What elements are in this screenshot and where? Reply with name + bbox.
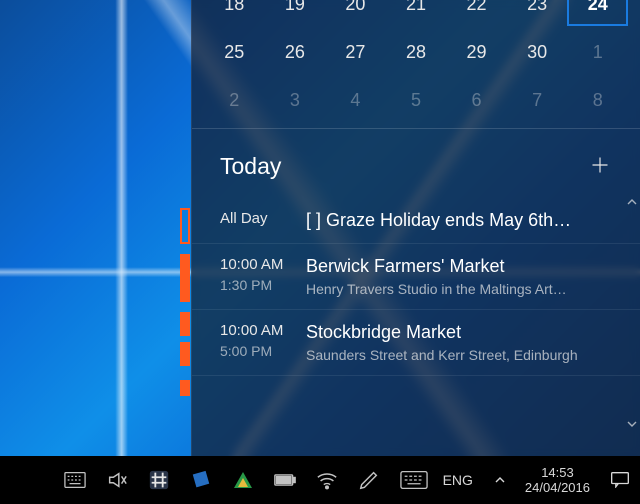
event-color-bar — [180, 380, 194, 396]
event-time: 10:00 AM 5:00 PM — [220, 322, 306, 363]
event-color-bar — [180, 312, 194, 366]
taskbar-date: 24/04/2016 — [525, 480, 590, 495]
event-time-end: 1:30 PM — [220, 277, 306, 293]
screen: 18 19 20 21 22 23 24 25 26 27 28 29 30 1… — [0, 0, 640, 504]
calendar-day[interactable]: 23 — [507, 0, 568, 26]
volume-muted-icon[interactable] — [106, 469, 128, 491]
google-drive-icon[interactable] — [232, 469, 254, 491]
calendar-day[interactable]: 20 — [325, 0, 386, 26]
battery-icon[interactable] — [274, 469, 296, 491]
agenda-event-truncated[interactable] — [192, 376, 640, 404]
tray-overflow-button[interactable] — [495, 475, 505, 486]
calendar-day[interactable]: 26 — [265, 30, 326, 74]
scroll-down-icon[interactable] — [626, 416, 638, 430]
event-time-end: 5:00 PM — [220, 343, 306, 359]
sticky-notes-icon[interactable] — [190, 469, 212, 491]
event-color-bar — [180, 208, 194, 244]
calendar-day[interactable]: 7 — [507, 78, 568, 122]
hash-app-icon[interactable] — [148, 469, 170, 491]
calendar-day[interactable]: 19 — [265, 0, 326, 26]
event-time-start: All Day — [220, 210, 306, 227]
event-time-start: 10:00 AM — [220, 256, 306, 273]
calendar-day[interactable]: 28 — [386, 30, 447, 74]
event-title: Berwick Farmers' Market — [306, 256, 626, 277]
calendar-day[interactable]: 22 — [446, 0, 507, 26]
calendar-day[interactable]: 6 — [446, 78, 507, 122]
scroll-up-icon[interactable] — [626, 194, 638, 208]
event-title: Stockbridge Market — [306, 322, 626, 343]
pen-icon[interactable] — [358, 469, 380, 491]
calendar-day[interactable]: 27 — [325, 30, 386, 74]
taskbar-tray — [0, 469, 437, 491]
calendar-day[interactable]: 1 — [567, 30, 628, 74]
event-time-start: 10:00 AM — [220, 322, 306, 339]
taskbar: ENG 14:53 24/04/2016 — [0, 456, 640, 504]
taskbar-time: 14:53 — [525, 465, 590, 480]
action-center-icon[interactable] — [610, 471, 630, 489]
event-time: 10:00 AM 1:30 PM — [220, 256, 306, 297]
calendar-grid: 18 19 20 21 22 23 24 25 26 27 28 29 30 1… — [192, 0, 640, 122]
plus-icon — [590, 155, 610, 175]
calendar-day[interactable]: 18 — [204, 0, 265, 26]
touch-keyboard-icon[interactable] — [400, 469, 428, 491]
taskbar-clock[interactable]: 14:53 24/04/2016 — [521, 465, 594, 495]
calendar-day[interactable]: 21 — [386, 0, 447, 26]
calendar-day[interactable]: 25 — [204, 30, 265, 74]
agenda-list: All Day [ ] Graze Holiday ends May 6th… … — [192, 198, 640, 404]
event-location: Saunders Street and Kerr Street, Edinbur… — [306, 347, 626, 363]
calendar-day[interactable]: 2 — [204, 78, 265, 122]
taskbar-right: ENG 14:53 24/04/2016 — [437, 465, 640, 495]
calendar-day[interactable]: 4 — [325, 78, 386, 122]
event-time: All Day — [220, 210, 306, 231]
clock-calendar-flyout: 18 19 20 21 22 23 24 25 26 27 28 29 30 1… — [191, 0, 640, 456]
input-language-button[interactable]: ENG — [437, 472, 479, 488]
agenda-heading: Today — [220, 153, 281, 180]
keyboard-indicator-icon[interactable] — [64, 469, 86, 491]
add-event-button[interactable] — [582, 147, 618, 186]
calendar-day[interactable]: 29 — [446, 30, 507, 74]
calendar-day[interactable]: 3 — [265, 78, 326, 122]
calendar-day[interactable]: 8 — [567, 78, 628, 122]
agenda-event[interactable]: 10:00 AM 1:30 PM Berwick Farmers' Market… — [192, 244, 640, 310]
calendar-day[interactable]: 30 — [507, 30, 568, 74]
agenda-event[interactable]: All Day [ ] Graze Holiday ends May 6th… — [192, 198, 640, 244]
agenda-event[interactable]: 10:00 AM 5:00 PM Stockbridge Market Saun… — [192, 310, 640, 376]
agenda-header: Today — [192, 129, 640, 198]
calendar-day[interactable]: 5 — [386, 78, 447, 122]
calendar-day-today[interactable]: 24 — [567, 0, 628, 26]
wifi-icon[interactable] — [316, 469, 338, 491]
event-color-bar — [180, 254, 194, 302]
event-location: Henry Travers Studio in the Maltings Art… — [306, 281, 626, 297]
event-title: [ ] Graze Holiday ends May 6th… — [306, 210, 626, 231]
